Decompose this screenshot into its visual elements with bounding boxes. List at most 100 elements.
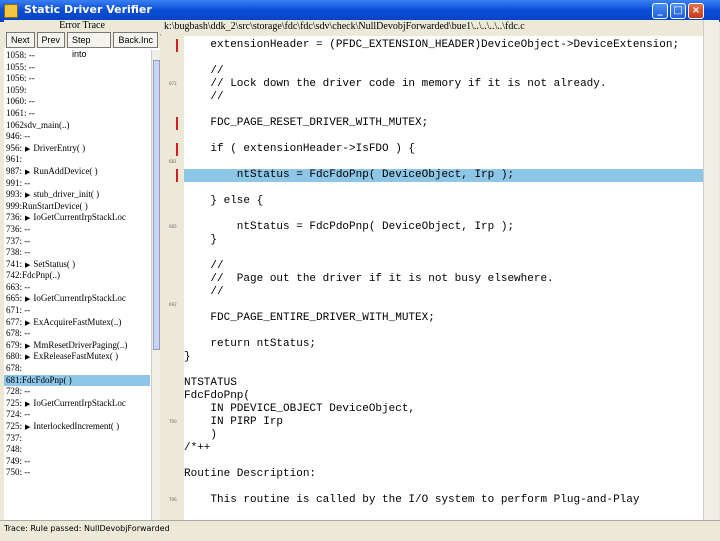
code-line: return ntStatus;	[184, 338, 317, 350]
trace-row[interactable]: 748:	[4, 444, 150, 456]
close-button[interactable]: ×	[688, 3, 704, 19]
expand-arrow-icon[interactable]: ▶	[25, 191, 30, 199]
trace-row[interactable]: 999:RunStartDevice( )	[4, 201, 150, 213]
expand-arrow-icon[interactable]: ▶	[25, 214, 30, 222]
line-number: 692	[169, 302, 177, 307]
trace-row-text: 671: --	[6, 305, 31, 316]
trace-row[interactable]: 680: ▶ ExReleaseFastMutex( )	[4, 351, 150, 363]
expand-arrow-icon[interactable]: ▶	[25, 400, 30, 408]
trace-row[interactable]: 725: ▶ InterlockedIncrement( )	[4, 421, 150, 433]
code-line: //	[184, 91, 224, 103]
trace-row-text: 679:	[6, 339, 23, 350]
expand-arrow-icon[interactable]: ▶	[25, 261, 30, 269]
trace-row[interactable]: 736: ▶ IoGetCurrentIrpStackLoc	[4, 212, 150, 224]
trace-row[interactable]: 725: ▶ IoGetCurrentIrpStackLoc	[4, 398, 150, 410]
code-view[interactable]: extensionHeader = (PFDC_EXTENSION_HEADER…	[184, 36, 703, 520]
trace-row[interactable]: 1061: --	[4, 108, 150, 120]
trace-row-text: 725:	[6, 421, 23, 431]
trace-row[interactable]: 665: ▶ IoGetCurrentIrpStackLoc	[4, 293, 150, 305]
trace-row[interactable]: 679: ▶ MmResetDriverPaging(..)	[4, 340, 150, 352]
trace-row[interactable]: 663: --	[4, 282, 150, 294]
expand-arrow-icon[interactable]: ▶	[25, 168, 30, 176]
trace-row[interactable]: 993: ▶ stub_driver_init( )	[4, 189, 150, 201]
trace-row[interactable]: 737: --	[4, 236, 150, 248]
trace-row[interactable]: 1059:	[4, 85, 150, 97]
code-line: Routine Description:	[184, 468, 317, 480]
trace-row[interactable]: 749: --	[4, 456, 150, 468]
expand-arrow-icon[interactable]: ▶	[25, 145, 30, 153]
trace-row-text: 999:RunStartDevice( )	[6, 200, 88, 211]
trace-row[interactable]: 1058: --	[4, 50, 150, 62]
trace-row[interactable]: 738: --	[4, 247, 150, 259]
trace-row[interactable]: 737:	[4, 433, 150, 445]
trace-row-text: 728: --	[6, 386, 31, 397]
next-button[interactable]: Next	[6, 32, 35, 48]
error-trace-title: Error Trace	[4, 20, 160, 32]
code-line: }	[184, 234, 218, 246]
trace-row[interactable]: 946: --	[4, 131, 150, 143]
trace-row-text: 742:FdcPnp(..)	[6, 270, 60, 281]
expand-arrow-icon[interactable]: ▶	[25, 423, 30, 431]
code-line: }	[184, 351, 191, 363]
line-number: 672	[169, 81, 177, 86]
trace-call-label: IoGetCurrentIrpStackLoc	[33, 397, 126, 408]
trace-row[interactable]: 961:	[4, 154, 150, 166]
code-gutter: 672 681 685 692 700 706	[160, 36, 184, 520]
expand-arrow-icon[interactable]: ▶	[25, 319, 30, 327]
maximize-button[interactable]: □	[670, 3, 686, 19]
trace-row-text: 946: --	[6, 131, 31, 142]
trace-row[interactable]: 724: --	[4, 409, 150, 421]
trace-row[interactable]: 750: --	[4, 467, 150, 479]
trace-row[interactable]: 1056: --	[4, 73, 150, 85]
title-bar: Static Driver Verifier _ □ ×	[0, 0, 720, 22]
trace-marker	[176, 143, 178, 156]
trace-row[interactable]: 678:	[4, 363, 150, 375]
trace-row[interactable]: 742:FdcPnp(..)	[4, 270, 150, 282]
trace-row[interactable]: 736: --	[4, 224, 150, 236]
code-line: // Lock down the driver code in memory i…	[184, 78, 607, 90]
code-scrollbar[interactable]	[703, 20, 719, 520]
trace-row[interactable]: 956: ▶ DriverEntry( )	[4, 143, 150, 155]
trace-row[interactable]: 987: ▶ RunAddDevice( )	[4, 166, 150, 178]
trace-row-text: 1062sdv_main(..)	[6, 119, 70, 130]
code-line: This routine is called by the I/O system…	[184, 494, 640, 506]
code-line: ntStatus = FdcPdoPnp( DeviceObject, Irp …	[184, 221, 515, 233]
trace-row[interactable]: 671: --	[4, 305, 150, 317]
code-line: /*++	[184, 442, 211, 454]
trace-row-text: 725:	[6, 397, 23, 408]
back-inc-button[interactable]: Back.Inc	[113, 32, 158, 48]
trace-row[interactable]: 1062sdv_main(..)	[4, 120, 150, 132]
trace-row[interactable]: 1060: --	[4, 96, 150, 108]
error-trace-pane: Error Trace Next Prev Step into Back.Inc…	[4, 20, 161, 520]
expand-arrow-icon[interactable]: ▶	[25, 342, 30, 350]
file-path: k:\bugbash\ddk_2\src\storage\fdc\fdc\sdv…	[160, 20, 707, 34]
line-number: 681	[169, 159, 177, 164]
status-text: Trace: Rule passed: NullDevobjForwarded	[4, 524, 170, 533]
trace-row-text: 1061: --	[6, 107, 35, 118]
trace-scroll-thumb[interactable]	[153, 60, 160, 350]
trace-row-text: 678:	[6, 363, 23, 374]
trace-row-text: 961:	[6, 154, 23, 165]
trace-row[interactable]: 728: --	[4, 386, 150, 398]
prev-button[interactable]: Prev	[36, 32, 66, 48]
trace-row[interactable]: 1055: --	[4, 62, 150, 74]
expand-arrow-icon[interactable]: ▶	[25, 295, 30, 303]
trace-call-label: ExReleaseFastMutex( )	[33, 351, 119, 362]
trace-row[interactable]: 681:FdcFdoPnp( )	[4, 374, 150, 387]
trace-row[interactable]: 741: ▶ SetStatus( )	[4, 259, 150, 271]
trace-row[interactable]: 677: ▶ ExAcquireFastMutex(..)	[4, 317, 150, 329]
trace-call-label: IoGetCurrentIrpStackLoc	[33, 212, 126, 223]
trace-row-text: 1060: --	[6, 96, 35, 107]
trace-row-text: 1058: --	[6, 50, 35, 60]
trace-call-label: SetStatus( )	[33, 258, 76, 269]
trace-row[interactable]: 678: --	[4, 328, 150, 340]
minimize-button[interactable]: _	[652, 3, 668, 19]
trace-row[interactable]: 991: --	[4, 178, 150, 190]
trace-row-text: 1059:	[6, 84, 27, 95]
expand-arrow-icon[interactable]: ▶	[25, 353, 30, 361]
step-into-button[interactable]: Step into	[67, 32, 112, 59]
trace-row-text: 663: --	[6, 281, 31, 292]
